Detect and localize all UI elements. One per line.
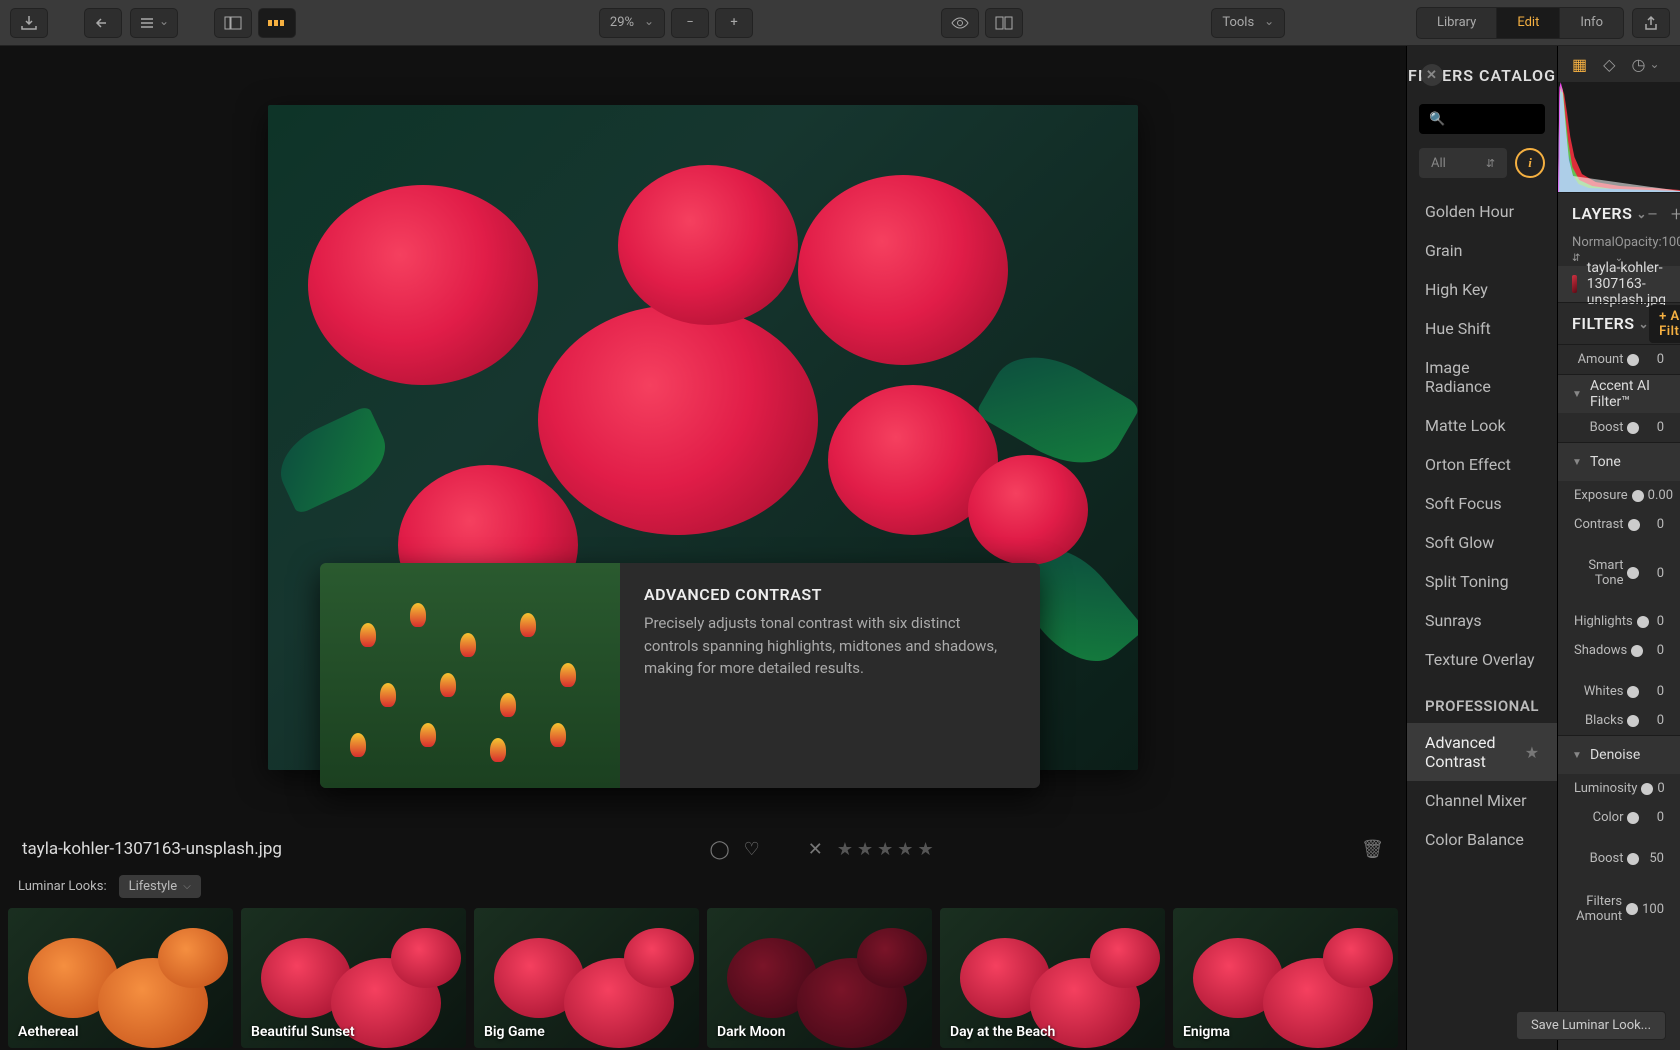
catalog-item[interactable]: Golden Hour [1407, 192, 1557, 231]
canvas[interactable]: ADVANCED CONTRAST Precisely adjusts tona… [0, 46, 1406, 828]
look-label: Day at the Beach [950, 1024, 1055, 1040]
undo-button[interactable] [84, 8, 122, 38]
look-label: Aethereal [18, 1024, 79, 1040]
add-filter-button[interactable]: + Add Filter... [1649, 305, 1680, 343]
look-label: Dark Moon [717, 1024, 785, 1040]
zoom-dropdown[interactable]: 29% [599, 8, 665, 38]
favorite-star-icon[interactable]: ★ [1525, 743, 1539, 762]
slider-whites[interactable]: Whites0 [1558, 677, 1680, 706]
slider-highlights[interactable]: Highlights0 [1558, 607, 1680, 636]
file-name: tayla-kohler-1307163-unsplash.jpg [22, 839, 282, 859]
tooltip-preview [320, 563, 620, 788]
catalog-item[interactable]: High Key [1407, 270, 1557, 309]
slider-color[interactable]: Color0 [1558, 803, 1680, 832]
close-catalog-button[interactable]: ✕ [1421, 64, 1443, 86]
delete-button[interactable]: 🗑 [1361, 839, 1384, 860]
panel-layout-button[interactable] [214, 8, 252, 38]
catalog-item[interactable]: Matte Look [1407, 406, 1557, 445]
filmstrip-toggle-button[interactable] [258, 8, 296, 38]
layers-section-header[interactable]: LAYERS⌄ − + [1558, 192, 1680, 234]
catalog-item[interactable]: Orton Effect [1407, 445, 1557, 484]
look-thumbnail[interactable]: Day at the Beach [940, 908, 1165, 1048]
compare-button[interactable] [985, 8, 1023, 38]
toolbar: 29% − + Tools Library Edit Info [0, 0, 1680, 46]
catalog-section-header: PROFESSIONAL [1407, 679, 1557, 723]
zoom-in-button[interactable]: + [715, 8, 753, 38]
filters-catalog-panel: ✕ FILTERS CATALOG 🔍 All⇵ i Golden HourGr… [1406, 46, 1557, 1050]
filter-group-header[interactable]: ▼Accent AI Filter™ [1558, 375, 1680, 413]
slider-filters-amount[interactable]: Filters Amount100 [1558, 887, 1680, 931]
catalog-item[interactable]: Grain [1407, 231, 1557, 270]
slider-boost[interactable]: Boost50 [1558, 844, 1680, 873]
filter-group-header[interactable]: ▼Denoise [1558, 736, 1680, 774]
catalog-item[interactable]: Image Radiance [1407, 348, 1557, 406]
tools-dropdown[interactable]: Tools [1211, 8, 1285, 38]
mode-tabs: Library Edit Info [1416, 7, 1624, 39]
layer-name: tayla-kohler-1307163-unsplash.jpg [1587, 260, 1666, 308]
favorite-button[interactable]: ♡ [744, 839, 760, 860]
filmstrip[interactable]: Aethereal Beautiful Sunset Big Game Dark Mo… [0, 902, 1406, 1050]
look-thumbnail[interactable]: Enigma [1173, 908, 1398, 1048]
looks-bar: Luminar Looks: Lifestyle⌵ [0, 870, 1406, 902]
tab-library[interactable]: Library [1417, 8, 1497, 38]
look-label: Enigma [1183, 1024, 1230, 1040]
color-label-button[interactable]: ◯ [709, 839, 729, 860]
save-look-button[interactable]: Save Luminar Look... [1557, 1011, 1666, 1040]
filter-tooltip: ADVANCED CONTRAST Precisely adjusts tona… [320, 563, 1040, 788]
slider-shadows[interactable]: Shadows0 [1558, 636, 1680, 665]
look-thumbnail[interactable]: Big Game [474, 908, 699, 1048]
catalog-item[interactable]: Channel Mixer [1407, 781, 1557, 820]
catalog-item[interactable]: Soft Glow [1407, 523, 1557, 562]
tab-edit[interactable]: Edit [1497, 8, 1560, 38]
looks-category-dropdown[interactable]: Lifestyle⌵ [119, 875, 201, 898]
catalog-category-dropdown[interactable]: All⇵ [1419, 148, 1507, 178]
layer-thumbnail [1572, 275, 1577, 293]
catalog-info-toggle[interactable]: i [1515, 148, 1545, 178]
zoom-out-button[interactable]: − [671, 8, 709, 38]
tooltip-title: ADVANCED CONTRAST [644, 585, 1016, 604]
catalog-item[interactable]: Advanced Contrast★ [1407, 723, 1557, 781]
look-thumbnail[interactable]: Dark Moon [707, 908, 932, 1048]
search-icon: 🔍 [1429, 112, 1445, 127]
history-button[interactable] [130, 8, 178, 38]
catalog-search-input[interactable]: 🔍 [1419, 104, 1545, 134]
histogram [1558, 82, 1680, 192]
look-label: Beautiful Sunset [251, 1024, 355, 1040]
filter-group-header[interactable]: ▼Tone [1558, 443, 1680, 481]
layers-tab-icon[interactable]: ◇ [1603, 55, 1615, 74]
layer-row[interactable]: tayla-kohler-1307163-unsplash.jpg [1558, 266, 1680, 302]
catalog-item[interactable]: Soft Focus [1407, 484, 1557, 523]
tooltip-description: Precisely adjusts tonal contrast with si… [644, 612, 1016, 680]
file-bar: tayla-kohler-1307163-unsplash.jpg ◯ ♡ ✕ … [0, 828, 1406, 870]
slider-amount[interactable]: Amount0 [1558, 345, 1680, 374]
looks-label: Luminar Looks: [18, 879, 107, 894]
rating-stars[interactable]: ★★★★★ [837, 839, 934, 860]
slider-blacks[interactable]: Blacks0 [1558, 706, 1680, 735]
catalog-item[interactable]: Split Toning [1407, 562, 1557, 601]
slider-luminosity[interactable]: Luminosity0 [1558, 774, 1680, 803]
catalog-item[interactable]: Texture Overlay [1407, 640, 1557, 679]
slider-exposure[interactable]: Exposure0.00 [1558, 481, 1680, 510]
share-button[interactable] [1632, 8, 1670, 38]
slider-smart-tone[interactable]: Smart Tone0 [1558, 551, 1680, 595]
reject-button[interactable]: ✕ [808, 839, 823, 860]
history-tab-icon[interactable]: ◷ [1631, 55, 1659, 74]
look-thumbnail[interactable]: Beautiful Sunset [241, 908, 466, 1048]
add-layer-button[interactable]: + [1671, 202, 1680, 226]
look-label: Big Game [484, 1024, 545, 1040]
edit-panel: ▦ ◇ ◷ LAYERS⌄ − + Normal ⇵ Opacity:100% … [1557, 46, 1680, 1050]
tab-info[interactable]: Info [1560, 8, 1623, 38]
catalog-item[interactable]: Hue Shift [1407, 309, 1557, 348]
export-button[interactable] [10, 8, 48, 38]
collapse-layer-button[interactable]: − [1647, 202, 1659, 226]
filters-section-header[interactable]: FILTERS⌄ + Add Filter... [1558, 302, 1680, 344]
catalog-list[interactable]: Golden HourGrainHigh KeyHue ShiftImage R… [1407, 192, 1557, 1050]
look-thumbnail[interactable]: Aethereal [8, 908, 233, 1048]
catalog-item[interactable]: Sunrays [1407, 601, 1557, 640]
histogram-tab-icon[interactable]: ▦ [1572, 55, 1587, 74]
slider-boost[interactable]: Boost0 [1558, 413, 1680, 442]
preview-button[interactable] [941, 8, 979, 38]
slider-contrast[interactable]: Contrast0 [1558, 510, 1680, 539]
catalog-item[interactable]: Color Balance [1407, 820, 1557, 859]
